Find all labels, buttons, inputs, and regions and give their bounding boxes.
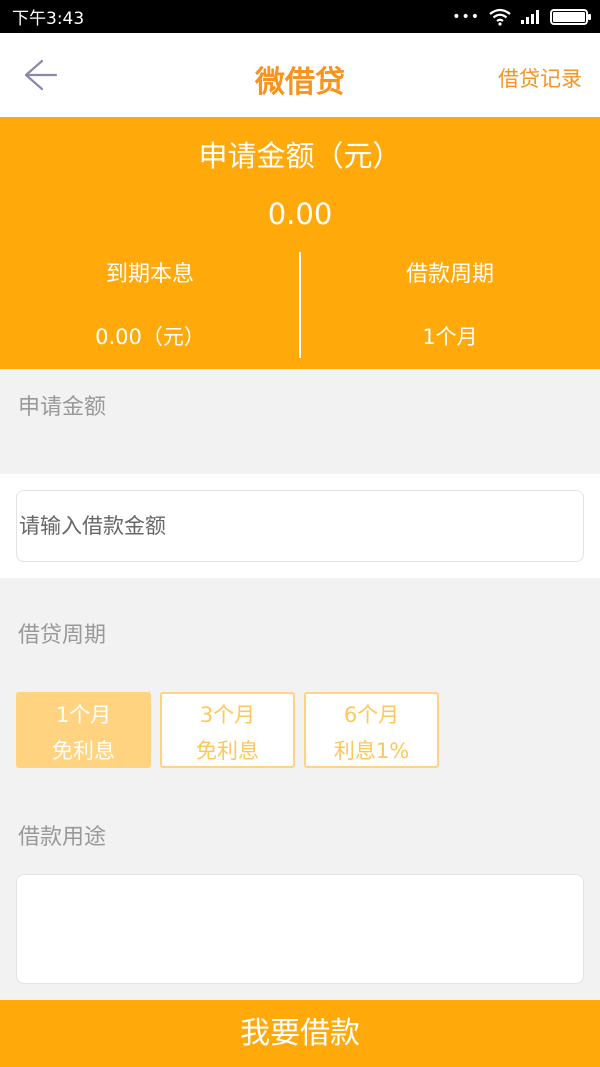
period-option-note: 免利息: [196, 739, 259, 763]
apply-loan-button[interactable]: 我要借款: [0, 1000, 600, 1067]
wifi-icon: [489, 8, 511, 26]
period-section-label: 借贷周期: [18, 623, 107, 648]
status-icons: •••: [452, 8, 591, 26]
purpose-section-label: 借款用途: [18, 825, 107, 850]
due-principal-interest: 到期本息 0.00（元）: [0, 260, 300, 352]
nav-bar: 微借贷 借贷记录: [0, 33, 600, 117]
battery-icon: [550, 8, 591, 25]
amount-input-box: [16, 490, 584, 562]
period-option-label: 3个月: [199, 703, 256, 727]
period-value: 1个月: [422, 325, 478, 349]
period-option-6-months[interactable]: 6个月 利息1%: [304, 692, 439, 768]
period-option-note: 免利息: [52, 739, 115, 763]
period-option-label: 1个月: [55, 703, 112, 727]
period-option-1-month[interactable]: 1个月 免利息: [16, 692, 151, 768]
amount-section-label: 申请金额: [18, 395, 107, 420]
amount-input[interactable]: [17, 491, 583, 561]
purpose-textarea[interactable]: [17, 875, 583, 983]
more-dots-icon: •••: [452, 8, 480, 25]
due-label: 到期本息: [105, 262, 194, 287]
signal-icon: [521, 9, 539, 24]
period-option-label: 6个月: [343, 703, 400, 727]
status-time: 下午3:43: [12, 9, 85, 29]
summary-amount: 0.00: [267, 197, 333, 231]
purpose-box: [16, 874, 584, 984]
due-value: 0.00（元）: [95, 325, 205, 349]
period-option-3-months[interactable]: 3个月 免利息: [160, 692, 295, 768]
loan-summary-panel: 申请金额（元） 0.00 到期本息 0.00（元） 借款周期 1个月: [0, 117, 600, 369]
loan-period-summary: 借款周期 1个月: [300, 260, 600, 352]
summary-title: 申请金额（元）: [198, 139, 402, 173]
status-bar: 下午3:43 •••: [0, 0, 600, 33]
period-option-note: 利息1%: [333, 739, 410, 763]
period-label: 借款周期: [405, 262, 494, 287]
loan-record-link[interactable]: 借贷记录: [498, 63, 582, 93]
